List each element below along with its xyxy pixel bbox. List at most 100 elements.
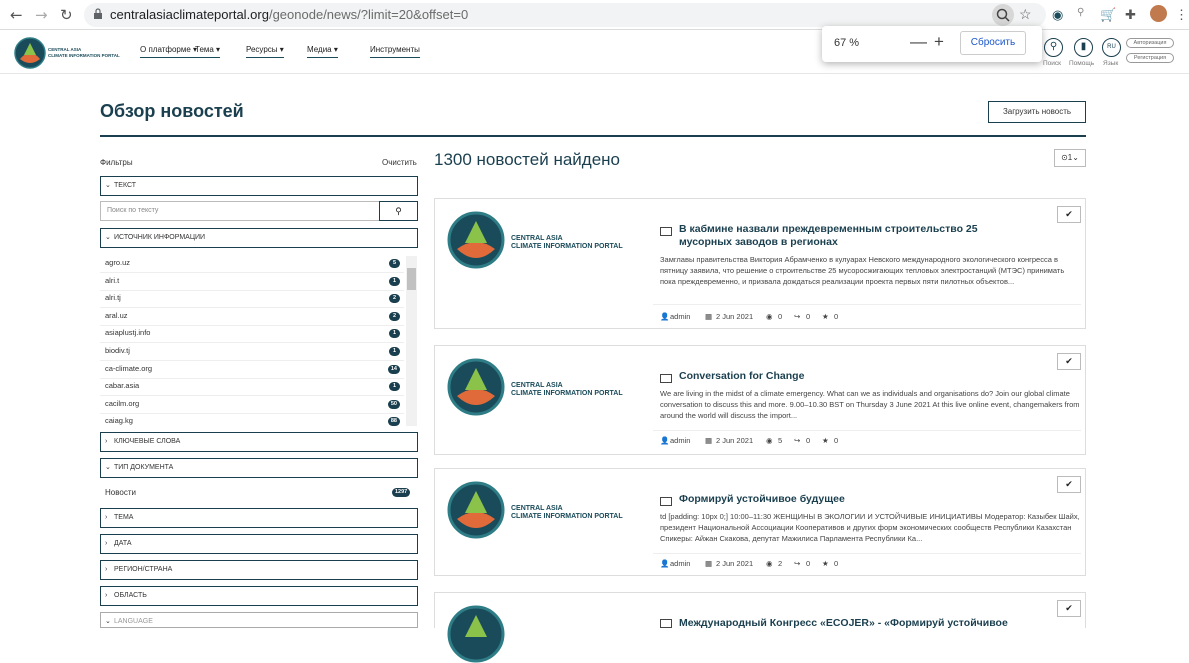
search-label: Поиск	[1043, 60, 1062, 67]
filter-keywords-toggle[interactable]: › КЛЮЧЕВЫЕ СЛОВА	[100, 432, 418, 452]
reload-icon[interactable]: ↻	[60, 6, 73, 24]
stars: 0	[834, 436, 839, 445]
clear-filters-link[interactable]: Очистить	[382, 158, 417, 167]
avatar[interactable]	[1150, 5, 1167, 22]
news-card[interactable]: CENTRAL ASIA CLIMATE INFORMATION PORTAL C…	[434, 345, 1086, 455]
list-item[interactable]: caiag.kg 88	[100, 414, 404, 428]
extension-nl-icon[interactable]: ◉	[1052, 7, 1063, 23]
star-icon: ★	[822, 559, 829, 568]
news-title[interactable]: Международный Конгресс «ECOJER» - «Форми…	[679, 617, 1059, 630]
zoom-icon[interactable]	[992, 4, 1014, 26]
doctype-news-count: 1297	[392, 488, 411, 497]
list-item[interactable]: aral.uz 2	[100, 309, 404, 326]
share-icon: ↪	[794, 559, 801, 568]
select-checkbox[interactable]: ✔	[1057, 600, 1081, 617]
list-item[interactable]: biodiv.tj 1	[100, 344, 404, 361]
select-checkbox[interactable]: ✔	[1057, 206, 1081, 223]
upload-news-button[interactable]: Загрузить новость	[988, 101, 1086, 123]
chevron-right-icon: ›	[105, 566, 108, 573]
list-item[interactable]: alri.tj 2	[100, 291, 404, 309]
bookmark-star-icon[interactable]: ☆	[1019, 6, 1032, 23]
eye-icon: ◉	[766, 559, 773, 568]
author[interactable]: admin	[670, 436, 690, 445]
filter-topic-toggle[interactable]: › ТЕМА	[100, 508, 418, 528]
text-search-button[interactable]: ⚲	[379, 201, 418, 221]
search-icon[interactable]: ⚲	[1044, 38, 1063, 57]
nav-resources[interactable]: Ресурсы ▾	[246, 45, 284, 58]
nav-topic[interactable]: Тема ▾	[195, 45, 221, 58]
date: 2 Jun 2021	[716, 559, 754, 568]
select-checkbox[interactable]: ✔	[1057, 353, 1081, 370]
list-item[interactable]: cacilm.org 50	[100, 397, 404, 414]
filter-date-toggle[interactable]: › ДАТА	[100, 534, 418, 554]
filter-area-toggle[interactable]: › ОБЛАСТЬ	[100, 586, 418, 606]
source-scrollbar-thumb[interactable]	[407, 268, 416, 290]
forward-icon[interactable]: →	[35, 6, 48, 24]
list-item[interactable]: agro.uz 5	[100, 256, 404, 273]
chevron-down-icon: ⌄	[105, 618, 111, 625]
filter-text-toggle[interactable]: ⌄ ТЕКСТ	[100, 176, 418, 196]
filter-region-toggle[interactable]: › РЕГИОН/СТРАНА	[100, 560, 418, 580]
language-icon[interactable]: RU	[1102, 38, 1121, 57]
chevron-down-icon: ⌄	[105, 234, 111, 241]
zoom-in-button[interactable]: +	[934, 32, 944, 52]
help-label: Помощь	[1069, 60, 1095, 67]
news-card[interactable]: Международный Конгресс «ECOJER» - «Форми…	[434, 592, 1086, 663]
register-button[interactable]: Регистрация	[1126, 53, 1174, 63]
document-icon	[660, 227, 672, 236]
chevron-right-icon: ›	[105, 438, 108, 445]
list-item[interactable]: alri.t 1	[100, 274, 404, 291]
extension-search-icon[interactable]: ⚲	[1077, 7, 1084, 18]
author[interactable]: admin	[670, 312, 690, 321]
portal-logo[interactable]	[14, 37, 46, 69]
source-list: agro.uz 5 alri.t 1 alri.tj 2 aral.uz 2 asiap…	[100, 256, 418, 428]
news-card[interactable]: CENTRAL ASIA CLIMATE INFORMATION PORTAL В…	[434, 198, 1086, 329]
share-icon: ↪	[794, 436, 801, 445]
nav-about[interactable]: О платформе ▾	[140, 45, 198, 58]
filter-source-toggle[interactable]: ⌄ ИСТОЧНИК ИНФОРМАЦИИ	[100, 228, 418, 248]
logo-text: CENTRAL ASIA CLIMATE INFORMATION PORTAL	[511, 235, 623, 250]
news-title[interactable]: Conversation for Change	[679, 370, 1009, 383]
zoom-out-button[interactable]: —	[910, 32, 927, 52]
address-bar[interactable]: centralasiaclimateportal.org/geonode/new…	[84, 3, 1046, 27]
filter-doctype-toggle[interactable]: ⌄ ТИП ДОКУМЕНТА	[100, 458, 418, 478]
chevron-down-icon: ⌄	[105, 464, 111, 471]
sort-dropdown[interactable]: ⊙1⌄	[1054, 149, 1086, 167]
news-card[interactable]: CENTRAL ASIA CLIMATE INFORMATION PORTAL Ф…	[434, 468, 1086, 576]
chevron-down-icon: ⌄	[105, 182, 111, 189]
news-abstract: We are living in the midst of a climate …	[660, 389, 1080, 420]
zoom-popup: 67 % — + Сбросить	[822, 26, 1042, 62]
calendar-icon: ▦	[705, 436, 713, 445]
calendar-icon: ▦	[705, 559, 713, 568]
text-search-input[interactable]: Поиск по тексту	[100, 201, 380, 221]
list-item[interactable]: ca-climate.org 14	[100, 362, 404, 379]
results-count: 1300 новостей найдено	[434, 150, 621, 169]
meta-divider	[653, 430, 1081, 431]
cart-icon[interactable]: 🛒	[1100, 7, 1116, 23]
list-item[interactable]: asiaplustj.info 1	[100, 326, 404, 344]
news-abstract: td [padding: 10px 0;] 10:00–11:30 ЖЕНЩИН…	[660, 512, 1080, 543]
nav-media[interactable]: Медиа ▾	[307, 45, 338, 58]
menu-icon[interactable]: ⋮	[1175, 7, 1188, 23]
help-icon[interactable]: ▮	[1074, 38, 1093, 57]
date: 2 Jun 2021	[716, 312, 754, 321]
author[interactable]: admin	[670, 559, 690, 568]
news-title[interactable]: Формируй устойчивое будущее	[679, 493, 1009, 506]
user-icon: 👤	[660, 312, 670, 321]
select-checkbox[interactable]: ✔	[1057, 476, 1081, 493]
puzzle-icon[interactable]: ✚	[1125, 7, 1136, 23]
nav-tools[interactable]: Инструменты	[370, 45, 420, 58]
doctype-news-option[interactable]: Новости	[105, 488, 136, 497]
chevron-right-icon: ›	[105, 540, 108, 547]
list-item[interactable]: cabar.asia 1	[100, 379, 404, 397]
stars: 0	[834, 312, 839, 321]
news-title[interactable]: В кабмине назвали преждевременным строит…	[679, 223, 1009, 249]
logo-text: CENTRAL ASIA CLIMATE INFORMATION PORTAL	[511, 505, 623, 520]
logo-text: CENTRAL ASIA CLIMATE INFORMATION PORTAL	[511, 382, 623, 397]
filter-language-toggle[interactable]: ⌄ LANGUAGE	[100, 612, 418, 628]
login-button[interactable]: Авторизация	[1126, 38, 1174, 48]
back-icon[interactable]: ←	[10, 6, 23, 24]
star-icon: ★	[822, 312, 829, 321]
zoom-reset-button[interactable]: Сбросить	[960, 31, 1026, 55]
stars: 0	[834, 559, 839, 568]
